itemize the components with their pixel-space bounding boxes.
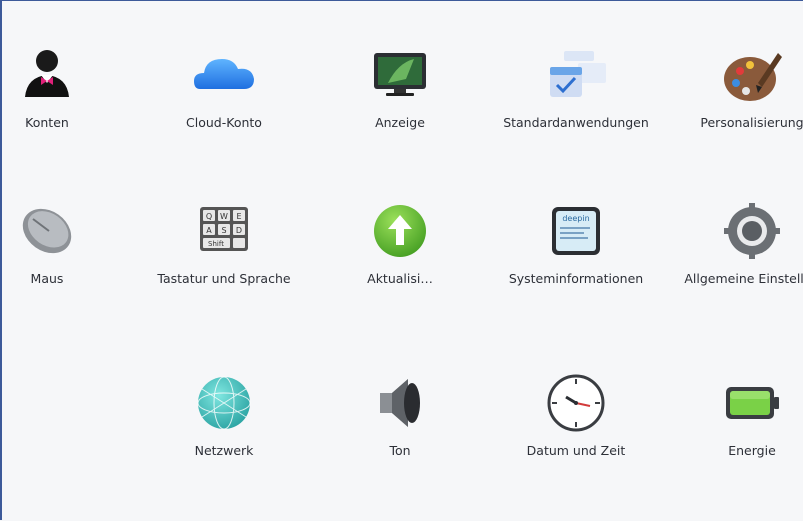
tile-label: Standardanwendungen (503, 115, 649, 130)
tile-label: Aktualisi… (367, 271, 433, 286)
tile-datum-und-zeit[interactable]: Datum und Zeit (496, 371, 656, 481)
tile-netzwerk[interactable]: Netzwerk (144, 371, 304, 481)
tile-ton[interactable]: Ton (320, 371, 480, 481)
tile-systeminformationen[interactable]: deepin Systeminformationen (496, 199, 656, 309)
default-apps-icon (544, 43, 608, 107)
key-q: Q (206, 212, 212, 221)
tile-anzeige[interactable]: Anzeige (320, 43, 480, 153)
tile-label: Tastatur und Sprache (157, 271, 291, 286)
tile-label: Systeminformationen (508, 271, 644, 286)
tile-label: Personalisierung (700, 115, 803, 130)
tile-konten[interactable]: Konten (2, 43, 127, 153)
tile-personalisierung[interactable]: Personalisierung (672, 43, 803, 153)
mouse-icon (15, 199, 79, 263)
cloud-icon (192, 43, 256, 107)
tile-label: Cloud-Konto (186, 115, 262, 130)
system-info-icon: deepin (544, 199, 608, 263)
tile-aktualisierung[interactable]: Aktualisi… (320, 199, 480, 309)
tile-standardanwendungen[interactable]: Standardanwendungen (496, 43, 656, 153)
user-accounts-icon (15, 43, 79, 107)
key-shift: Shift (208, 240, 224, 248)
tile-energie[interactable]: Energie (672, 371, 803, 481)
display-monitor-icon (368, 43, 432, 107)
tile-cloud-konto[interactable]: Cloud-Konto (144, 43, 304, 153)
battery-icon (720, 371, 784, 435)
tile-maus[interactable]: Maus (2, 199, 127, 309)
tile-label: Energie (728, 443, 776, 458)
tile-label: Anzeige (375, 115, 425, 130)
keyboard-icon: Q W E A S D Shift (192, 199, 256, 263)
key-a: A (206, 226, 212, 235)
tile-label: Allgemeine Einstellun (684, 271, 803, 286)
control-center-panel: Konten Cloud-Konto Anzeige Standardanwen… (0, 0, 803, 520)
tile-label: Ton (389, 443, 411, 458)
tile-label: Netzwerk (194, 443, 254, 458)
key-s: S (221, 226, 226, 235)
update-arrow-icon (368, 199, 432, 263)
deepin-brand-text: deepin (562, 214, 589, 223)
key-w: W (220, 212, 228, 221)
key-d: D (236, 226, 242, 235)
network-globe-icon (192, 371, 256, 435)
tile-label: Datum und Zeit (526, 443, 626, 458)
clock-icon (544, 371, 608, 435)
gear-icon (720, 199, 784, 263)
tile-tastatur[interactable]: Q W E A S D Shift Tastatur und Sprache (144, 199, 304, 309)
palette-icon (720, 43, 784, 107)
key-e: E (236, 212, 241, 221)
tile-allgemeine-einstellungen[interactable]: Allgemeine Einstellun (672, 199, 803, 309)
speaker-icon (368, 371, 432, 435)
